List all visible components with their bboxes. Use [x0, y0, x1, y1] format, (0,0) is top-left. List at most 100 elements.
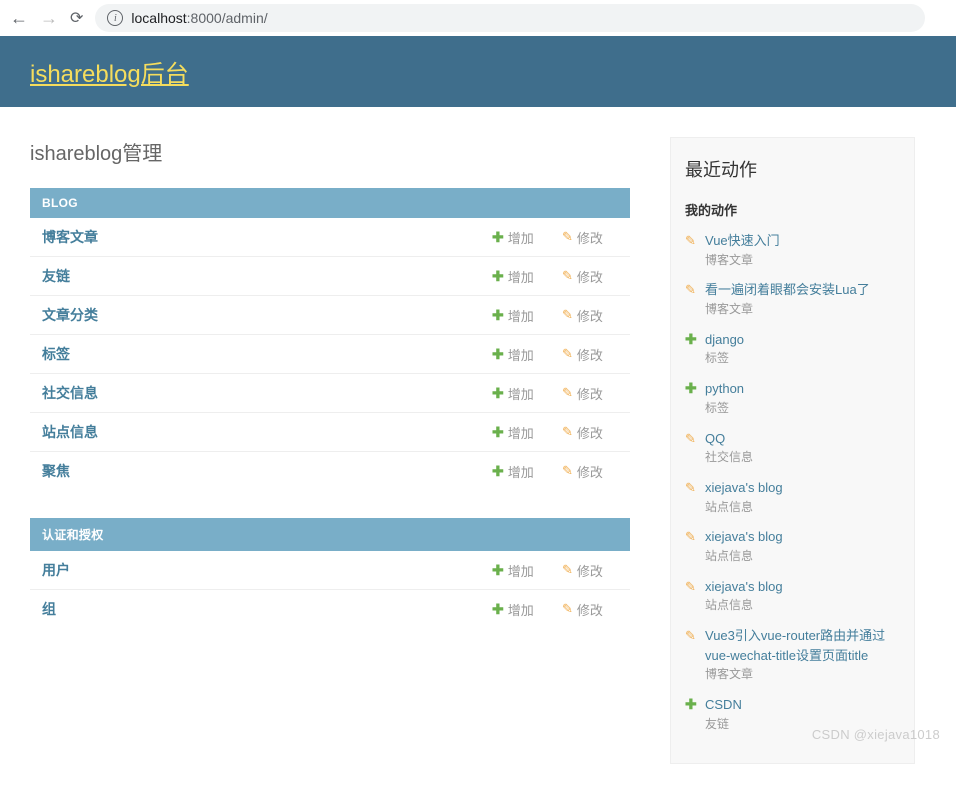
pencil-icon: ✎ — [685, 478, 699, 498]
model-row: 博客文章 ✚增加 ✎修改 — [30, 218, 630, 257]
change-link[interactable]: ✎修改 — [562, 306, 618, 325]
recent-action-link[interactable]: python — [705, 381, 744, 396]
pencil-icon: ✎ — [685, 626, 699, 646]
add-label: 增加 — [508, 384, 534, 403]
change-label: 修改 — [577, 306, 603, 325]
recent-action-item: ✎ Vue3引入vue-router路由并通过vue-wechat-title设置… — [685, 626, 900, 683]
model-row: 站点信息 ✚增加 ✎修改 — [30, 413, 630, 452]
recent-action-link[interactable]: xiejava's blog — [705, 579, 783, 594]
add-link[interactable]: ✚增加 — [492, 267, 548, 286]
plus-icon: ✚ — [492, 346, 504, 363]
recent-action-link[interactable]: Vue快速入门 — [705, 233, 780, 248]
change-link[interactable]: ✎修改 — [562, 600, 618, 619]
action-item-body: QQ 社交信息 — [705, 429, 900, 466]
plus-icon: ✚ — [492, 463, 504, 480]
app-module: BLOG博客文章✚增加✎修改友链✚增加✎修改文章分类✚增加✎修改标签✚增加✎修改… — [30, 188, 630, 490]
recent-action-type: 社交信息 — [705, 449, 900, 466]
pencil-icon: ✎ — [562, 424, 573, 440]
model-link[interactable]: 组 — [42, 599, 478, 619]
model-link[interactable]: 用户 — [42, 560, 478, 580]
change-label: 修改 — [577, 384, 603, 403]
recent-action-link[interactable]: Vue3引入vue-router路由并通过vue-wechat-title设置页… — [705, 628, 885, 663]
forward-button[interactable]: → — [40, 8, 58, 29]
page-title: ishareblog管理 — [30, 137, 630, 166]
recent-action-item: ✎ Vue快速入门博客文章 — [685, 231, 900, 268]
add-label: 增加 — [508, 306, 534, 325]
plus-icon: ✚ — [492, 268, 504, 285]
recent-action-link[interactable]: xiejava's blog — [705, 529, 783, 544]
add-label: 增加 — [508, 600, 534, 619]
pencil-icon: ✎ — [562, 268, 573, 284]
pencil-icon: ✎ — [562, 562, 573, 578]
model-link[interactable]: 文章分类 — [42, 305, 478, 325]
model-row: 聚焦 ✚增加 ✎修改 — [30, 452, 630, 490]
recent-action-item: ✚python标签 — [685, 379, 900, 416]
add-link[interactable]: ✚增加 — [492, 384, 548, 403]
watermark: CSDN @xiejava1018 — [812, 727, 940, 742]
sidebar: 最近动作 我的动作 ✎ Vue快速入门博客文章 ✎ 看一遍闭着眼都会安装Lua了博客文… — [670, 137, 915, 764]
add-link[interactable]: ✚增加 — [492, 423, 548, 442]
recent-action-type: 站点信息 — [705, 597, 900, 614]
recent-action-link[interactable]: CSDN — [705, 697, 742, 712]
action-item-body: xiejava's blog 站点信息 — [705, 478, 900, 515]
pencil-icon: ✎ — [685, 280, 699, 300]
pencil-icon: ✎ — [562, 229, 573, 245]
recent-action-type: 站点信息 — [705, 499, 900, 516]
recent-action-type: 站点信息 — [705, 548, 900, 565]
recent-action-item: ✎ xiejava's blog 站点信息 — [685, 478, 900, 515]
address-bar[interactable]: i localhost:8000/admin/ — [95, 4, 925, 32]
recent-actions-list: ✎ Vue快速入门博客文章 ✎ 看一遍闭着眼都会安装Lua了博客文章 ✚ django 标签… — [685, 231, 900, 733]
add-label: 增加 — [508, 267, 534, 286]
pencil-icon: ✎ — [685, 231, 699, 251]
plus-icon: ✚ — [492, 601, 504, 618]
change-link[interactable]: ✎修改 — [562, 423, 618, 442]
model-link[interactable]: 聚焦 — [42, 461, 478, 481]
reload-button[interactable]: ⟳ — [70, 8, 83, 28]
site-title-link[interactable]: ishareblog后台 — [30, 61, 189, 88]
pencil-icon: ✎ — [685, 429, 699, 449]
plus-icon: ✚ — [492, 229, 504, 246]
change-link[interactable]: ✎修改 — [562, 384, 618, 403]
recent-action-item: ✎ xiejava's blog 站点信息 — [685, 527, 900, 564]
model-link[interactable]: 社交信息 — [42, 383, 478, 403]
plus-icon: ✚ — [685, 695, 699, 715]
model-row: 社交信息 ✚增加 ✎修改 — [30, 374, 630, 413]
change-link[interactable]: ✎修改 — [562, 462, 618, 481]
recent-action-item: ✎xiejava's blog站点信息 — [685, 577, 900, 614]
add-link[interactable]: ✚增加 — [492, 228, 548, 247]
recent-action-link[interactable]: django — [705, 332, 744, 347]
add-link[interactable]: ✚增加 — [492, 462, 548, 481]
model-link[interactable]: 友链 — [42, 266, 478, 286]
change-link[interactable]: ✎修改 — [562, 561, 618, 580]
add-link[interactable]: ✚增加 — [492, 345, 548, 364]
recent-actions-heading: 最近动作 — [685, 156, 900, 182]
pencil-icon: ✎ — [562, 385, 573, 401]
action-item-body: Vue快速入门博客文章 — [705, 231, 900, 268]
my-actions-heading: 我的动作 — [685, 200, 900, 219]
recent-action-link[interactable]: xiejava's blog — [705, 480, 783, 495]
model-link[interactable]: 标签 — [42, 344, 478, 364]
model-link[interactable]: 博客文章 — [42, 227, 478, 247]
action-item-body: Vue3引入vue-router路由并通过vue-wechat-title设置页… — [705, 626, 900, 683]
model-row: 文章分类 ✚增加 ✎修改 — [30, 296, 630, 335]
recent-action-link[interactable]: 看一遍闭着眼都会安装Lua了 — [705, 282, 870, 297]
plus-icon: ✚ — [492, 385, 504, 402]
model-link[interactable]: 站点信息 — [42, 422, 478, 442]
add-label: 增加 — [508, 561, 534, 580]
back-button[interactable]: ← — [10, 8, 28, 29]
recent-action-link[interactable]: QQ — [705, 431, 725, 446]
change-label: 修改 — [577, 267, 603, 286]
change-link[interactable]: ✎修改 — [562, 228, 618, 247]
add-link[interactable]: ✚增加 — [492, 561, 548, 580]
module-caption: 认证和授权 — [30, 518, 630, 551]
add-link[interactable]: ✚增加 — [492, 600, 548, 619]
action-item-body: 看一遍闭着眼都会安装Lua了博客文章 — [705, 280, 900, 317]
pencil-icon: ✎ — [562, 601, 573, 617]
pencil-icon: ✎ — [685, 527, 699, 547]
recent-action-type: 标签 — [705, 350, 900, 367]
change-label: 修改 — [577, 600, 603, 619]
add-link[interactable]: ✚增加 — [492, 306, 548, 325]
change-link[interactable]: ✎修改 — [562, 345, 618, 364]
change-label: 修改 — [577, 345, 603, 364]
change-link[interactable]: ✎修改 — [562, 267, 618, 286]
